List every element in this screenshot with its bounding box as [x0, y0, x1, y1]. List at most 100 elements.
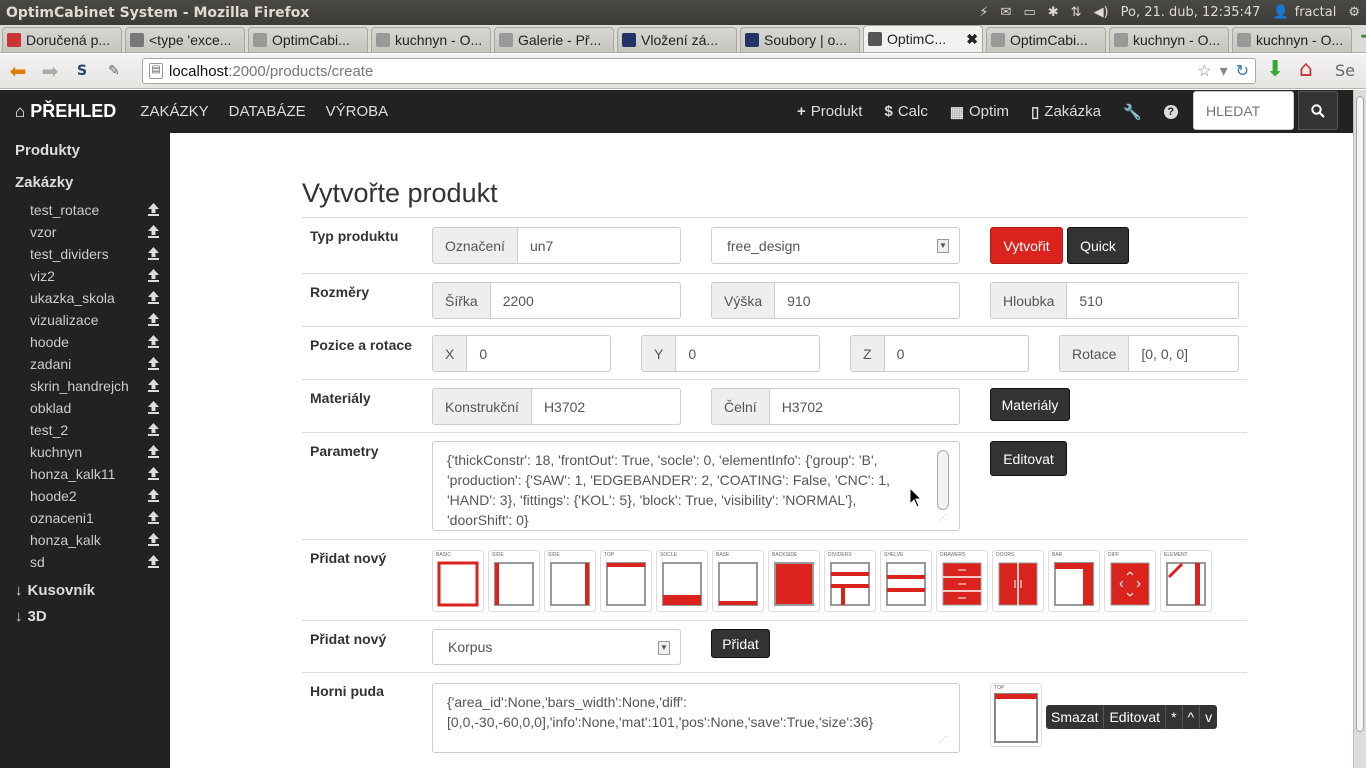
- upload-icon[interactable]: [147, 378, 160, 393]
- mail-icon[interactable]: ✉: [1001, 5, 1012, 20]
- element-bar-button[interactable]: BAR: [1048, 550, 1100, 612]
- element-top-button[interactable]: TOP: [600, 550, 652, 612]
- move-down-button[interactable]: v: [1200, 705, 1217, 729]
- sidebar-item[interactable]: sd: [0, 551, 170, 573]
- upload-icon[interactable]: [147, 488, 160, 503]
- upload-icon[interactable]: [147, 268, 160, 283]
- element-base-button[interactable]: BASE: [712, 550, 764, 612]
- editovat-parametry-button[interactable]: Editovat: [990, 441, 1067, 476]
- new-tab-button[interactable]: +: [1359, 26, 1366, 49]
- x-field[interactable]: X0: [432, 335, 611, 372]
- quick-button[interactable]: Quick: [1067, 227, 1129, 264]
- dropdown-icon[interactable]: ▾: [1220, 61, 1228, 81]
- download-icon[interactable]: ⬇: [1266, 57, 1284, 82]
- browser-tab[interactable]: Vložení zá...: [617, 27, 737, 52]
- upload-icon[interactable]: [147, 466, 160, 481]
- upload-icon[interactable]: [147, 356, 160, 371]
- sidebar-item[interactable]: test_2: [0, 419, 170, 441]
- nav-optim[interactable]: ▦ Optim: [950, 103, 1009, 121]
- sirka-field[interactable]: Šířka 2200: [432, 282, 681, 319]
- element-doors-button[interactable]: DOORS: [992, 550, 1044, 612]
- nav-zakazka[interactable]: ▯ Zakázka: [1031, 103, 1101, 121]
- lightning-icon[interactable]: ⚡: [979, 5, 988, 20]
- addon-s-icon[interactable]: S: [68, 57, 96, 85]
- selenium-icon[interactable]: Se: [1335, 61, 1355, 80]
- nav-zakazky[interactable]: ZAKÁZKY: [140, 103, 208, 120]
- sidebar-item[interactable]: hoode2: [0, 485, 170, 507]
- upload-icon[interactable]: [147, 312, 160, 327]
- sidebar-item[interactable]: honza_kalk: [0, 529, 170, 551]
- upload-icon[interactable]: [147, 246, 160, 261]
- sidebar-produkty[interactable]: Produkty: [0, 133, 170, 167]
- upload-icon[interactable]: [147, 290, 160, 305]
- upload-icon[interactable]: [147, 532, 160, 547]
- x-input[interactable]: 0: [467, 336, 610, 371]
- parametry-textarea[interactable]: {'thickConstr': 18, 'frontOut': True, 's…: [432, 441, 960, 531]
- browser-tab[interactable]: kuchnyn - O...: [1109, 27, 1229, 52]
- browser-tab[interactable]: <type 'exce...: [125, 27, 245, 52]
- korpus-select[interactable]: Korpus ▼: [432, 629, 681, 665]
- sidebar-item[interactable]: kuchnyn: [0, 441, 170, 463]
- browser-tab[interactable]: Soubory | o...: [740, 27, 860, 52]
- browser-tab[interactable]: Galerie - Př...: [494, 27, 614, 52]
- bluetooth-icon[interactable]: ✱: [1048, 5, 1059, 20]
- bookmark-star-icon[interactable]: ☆: [1197, 61, 1211, 81]
- element-socle-button[interactable]: SOCLE: [656, 550, 708, 612]
- datetime[interactable]: Po, 21. dub, 12:35:47: [1121, 5, 1261, 20]
- star-button[interactable]: *: [1166, 705, 1183, 729]
- y-input[interactable]: 0: [676, 336, 819, 371]
- browser-tab[interactable]: kuchnyn - O...: [1232, 27, 1352, 52]
- addon-tool-icon[interactable]: ✎: [100, 57, 128, 85]
- upload-icon[interactable]: [147, 510, 160, 525]
- wrench-icon[interactable]: 🔧: [1123, 103, 1142, 121]
- sidebar-3d[interactable]: ↓ 3D: [0, 603, 170, 629]
- nav-produkt[interactable]: + Produkt: [797, 103, 862, 120]
- product-type-select[interactable]: free_design ▼: [711, 227, 960, 264]
- scrollbar-thumb[interactable]: [1356, 96, 1364, 732]
- search-input[interactable]: [1193, 91, 1294, 130]
- nav-vyroba[interactable]: VÝROBA: [326, 103, 389, 120]
- sirka-input[interactable]: 2200: [491, 283, 680, 318]
- browser-tab[interactable]: Doručená p...: [2, 27, 122, 52]
- sidebar-item[interactable]: viz2: [0, 265, 170, 287]
- upload-icon[interactable]: [147, 554, 160, 569]
- sidebar-zakazky[interactable]: Zakázky: [0, 165, 170, 199]
- nav-calc[interactable]: $ Calc: [884, 103, 927, 120]
- hloubka-input[interactable]: 510: [1067, 283, 1238, 318]
- gear-icon[interactable]: ⚙: [1348, 5, 1360, 20]
- battery-icon[interactable]: ▭: [1023, 5, 1035, 20]
- sidebar-item[interactable]: vzor: [0, 221, 170, 243]
- editovat-button[interactable]: Editovat: [1104, 705, 1167, 729]
- move-up-button[interactable]: ^: [1183, 705, 1201, 729]
- sidebar-item[interactable]: hoode: [0, 331, 170, 353]
- element-side-button[interactable]: SIDE: [544, 550, 596, 612]
- brand-link[interactable]: ⌂ PŘEHLED: [15, 101, 116, 122]
- sidebar-item[interactable]: skrin_handrejch: [0, 375, 170, 397]
- element-element-button[interactable]: ELEMENT: [1160, 550, 1212, 612]
- element-dividers-button[interactable]: DIVIDERS: [824, 550, 876, 612]
- konstrukcni-field[interactable]: Konstrukční H3702: [432, 388, 681, 425]
- oznaceni-input[interactable]: un7: [518, 228, 680, 263]
- sidebar-item[interactable]: test_rotace: [0, 199, 170, 221]
- sidebar-kusovnik[interactable]: ↓ Kusovník: [0, 577, 170, 603]
- textarea-scrollbar[interactable]: [937, 450, 949, 510]
- home-icon[interactable]: ⌂: [1299, 57, 1313, 82]
- search-button[interactable]: [1298, 91, 1338, 130]
- upload-icon[interactable]: [147, 334, 160, 349]
- upload-icon[interactable]: [147, 400, 160, 415]
- forward-arrow-icon[interactable]: ➡: [36, 57, 64, 85]
- sidebar-item[interactable]: vizualizace: [0, 309, 170, 331]
- volume-icon[interactable]: ◀): [1094, 5, 1109, 20]
- back-arrow-icon[interactable]: ⬅: [4, 57, 32, 85]
- element-side-button[interactable]: SIDE: [488, 550, 540, 612]
- y-field[interactable]: Y0: [641, 335, 820, 372]
- upload-icon[interactable]: [147, 202, 160, 217]
- username[interactable]: fractal: [1295, 5, 1337, 20]
- reload-icon[interactable]: ↻: [1236, 61, 1249, 81]
- url-bar[interactable]: ▤ localhost:2000/products/create ☆ ▾ ↻: [142, 58, 1256, 84]
- hloubka-field[interactable]: Hloubka 510: [990, 282, 1239, 319]
- sidebar-item[interactable]: oznaceni1: [0, 507, 170, 529]
- upload-icon[interactable]: [147, 422, 160, 437]
- top-element-thumbnail[interactable]: TOP: [990, 683, 1042, 747]
- sidebar-item[interactable]: zadani: [0, 353, 170, 375]
